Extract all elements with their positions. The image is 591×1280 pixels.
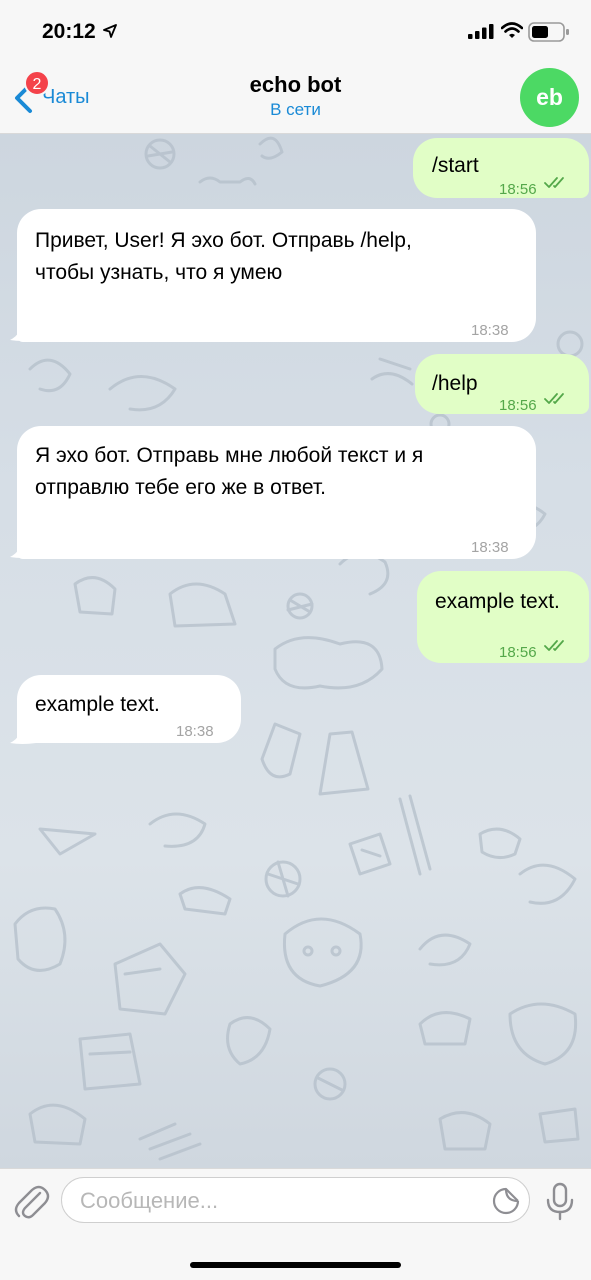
read-checkmarks-icon: [544, 177, 564, 188]
chat-header: Чаты 2 echo bot В сети eb: [0, 62, 591, 134]
message-outgoing[interactable]: /start 18:56: [413, 138, 589, 198]
status-bar: 20:12: [0, 0, 591, 62]
status-time: 20:12: [42, 20, 96, 43]
message-incoming[interactable]: Привет, User! Я эхо бот. Отправь /help, …: [17, 209, 536, 342]
message-incoming[interactable]: Я эхо бот. Отправь мне любой текст и я о…: [17, 426, 536, 559]
message-outgoing[interactable]: example text. 18:56: [417, 571, 589, 663]
message-text: /help: [432, 372, 478, 395]
message-text: /start: [432, 154, 479, 177]
message-time: 18:38: [471, 539, 509, 556]
microphone-icon[interactable]: [545, 1181, 575, 1221]
location-arrow-icon: [103, 24, 117, 38]
message-text: example text.: [35, 693, 160, 716]
wifi-icon: [501, 22, 523, 38]
chat-title[interactable]: echo bot: [0, 72, 591, 98]
message-time: 18:56: [499, 644, 537, 661]
sticker-icon[interactable]: [491, 1186, 521, 1216]
chat-status: В сети: [270, 100, 321, 119]
message-time: 18:56: [499, 181, 537, 198]
message-text: example text.: [435, 590, 560, 613]
message-time: 18:56: [499, 397, 537, 414]
message-input[interactable]: [80, 1186, 480, 1216]
message-input-container[interactable]: [61, 1177, 530, 1223]
paperclip-icon[interactable]: [14, 1181, 50, 1221]
message-text-line: Привет, User! Я эхо бот. Отправь /help,: [35, 229, 412, 252]
cellular-signal-icon: [468, 24, 494, 39]
message-text-line: отправлю тебе его же в ответ.: [35, 476, 327, 499]
read-checkmarks-icon: [544, 393, 564, 404]
home-indicator[interactable]: [190, 1262, 401, 1268]
read-checkmarks-icon: [544, 640, 564, 651]
message-text-line: чтобы узнать, что я умею: [35, 261, 283, 284]
message-time: 18:38: [471, 322, 509, 339]
message-incoming[interactable]: example text. 18:38: [17, 675, 241, 743]
message-time: 18:38: [176, 723, 214, 740]
message-outgoing[interactable]: /help 18:56: [415, 354, 589, 414]
avatar[interactable]: eb: [520, 68, 579, 127]
message-text-line: Я эхо бот. Отправь мне любой текст и я: [35, 444, 424, 467]
battery-icon: [528, 22, 569, 42]
chat-messages[interactable]: /start 18:56 Привет, User! Я эхо бот. От…: [0, 134, 591, 1168]
